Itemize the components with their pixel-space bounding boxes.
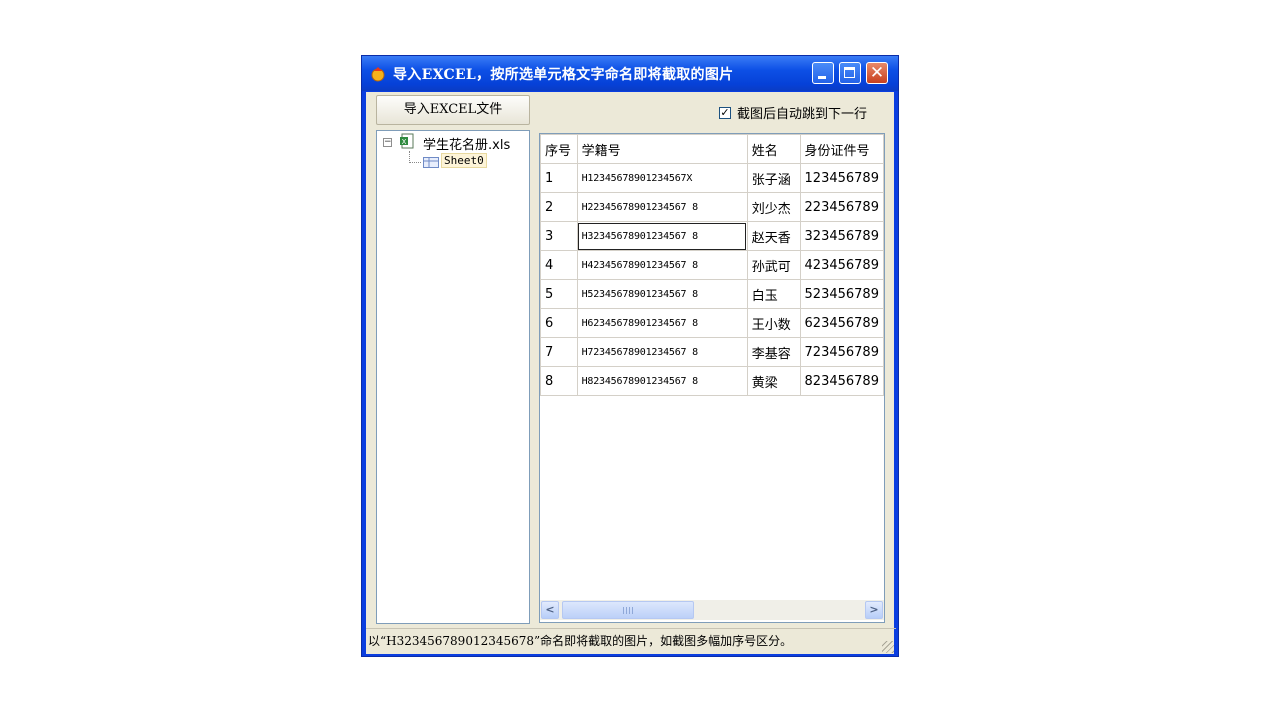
table-cell[interactable]: 2 xyxy=(540,192,578,222)
table-cell[interactable]: 223456789 xyxy=(799,192,884,222)
scroll-left-icon[interactable]: < xyxy=(541,601,559,619)
table-cell[interactable]: H42345678901234567 8 xyxy=(576,250,748,280)
table-row[interactable]: 7 H72345678901234567 8 李基容 723456789 xyxy=(540,337,884,367)
status-text: 以“H323456789012345678”命名即将截取的图片，如截图多幅加序号… xyxy=(368,634,793,648)
column-header[interactable]: 身份证件号 xyxy=(799,134,884,164)
resize-grip-icon[interactable] xyxy=(882,641,894,653)
table-cell[interactable]: 3 xyxy=(540,221,578,251)
table-cell[interactable]: H12345678901234567X xyxy=(576,163,748,193)
table-row[interactable]: 2 H22345678901234567 8 刘少杰 223456789 xyxy=(540,192,884,222)
header-row: 序号 学籍号 姓名 身份证件号 xyxy=(540,134,884,164)
status-bar: 以“H323456789012345678”命名即将截取的图片，如截图多幅加序号… xyxy=(366,628,896,655)
table-cell[interactable]: H52345678901234567 8 xyxy=(576,279,748,309)
sheet-icon xyxy=(423,157,439,168)
data-grid[interactable]: 序号 学籍号 姓名 身份证件号 1 H12345678901234567X 张子涵 1… xyxy=(539,133,885,623)
table-cell[interactable]: 323456789 xyxy=(799,221,884,251)
table-cell[interactable]: 张子涵 xyxy=(746,163,801,193)
table-row[interactable]: 4 H42345678901234567 8 孙武可 423456789 xyxy=(540,250,884,280)
table-cell[interactable]: 8 xyxy=(540,366,578,396)
table-cell[interactable]: 刘少杰 xyxy=(746,192,801,222)
table-cell[interactable]: 黄梁 xyxy=(746,366,801,396)
table-cell[interactable]: 5 xyxy=(540,279,578,309)
table-cell[interactable]: 6 xyxy=(540,308,578,338)
minimize-icon xyxy=(818,76,826,79)
column-header[interactable]: 学籍号 xyxy=(576,134,748,164)
table-cell[interactable]: 823456789 xyxy=(799,366,884,396)
column-header[interactable]: 姓名 xyxy=(746,134,801,164)
auto-jump-checkbox[interactable]: ✓ xyxy=(719,107,731,119)
table-cell[interactable]: 7 xyxy=(540,337,578,367)
grip-icon xyxy=(623,607,633,614)
table-cell[interactable]: H72345678901234567 8 xyxy=(576,337,748,367)
table-cell[interactable]: 723456789 xyxy=(799,337,884,367)
table-cell[interactable]: 李基容 xyxy=(746,337,801,367)
client-area: 导入EXCEL文件 ✓ 截图后自动跳到下一行 − X 学生花名册.xls She… xyxy=(366,92,896,655)
table-row[interactable]: 6 H62345678901234567 8 王小数 623456789 xyxy=(540,308,884,338)
import-excel-button[interactable]: 导入EXCEL文件 xyxy=(376,95,530,125)
table-cell[interactable]: 123456789 xyxy=(799,163,884,193)
table-cell[interactable]: 孙武可 xyxy=(746,250,801,280)
app-window: 导入EXCEL，按所选单元格文字命名即将截取的图片 ✕ 导入EXCEL文件 ✓ … xyxy=(361,55,899,657)
table-row[interactable]: 8 H82345678901234567 8 黄梁 823456789 xyxy=(540,366,884,396)
table-cell[interactable]: 423456789 xyxy=(799,250,884,280)
table-cell[interactable]: H22345678901234567 8 xyxy=(576,192,748,222)
table-cell[interactable]: 623456789 xyxy=(799,308,884,338)
excel-file-icon: X xyxy=(400,133,414,149)
table-cell[interactable]: 赵天香 xyxy=(746,221,801,251)
table-cell[interactable]: H62345678901234567 8 xyxy=(576,308,748,338)
table-row[interactable]: 5 H52345678901234567 8 白玉 523456789 xyxy=(540,279,884,309)
table-cell[interactable]: 王小数 xyxy=(746,308,801,338)
table-cell[interactable]: 1 xyxy=(540,163,578,193)
close-icon: ✕ xyxy=(869,63,885,83)
window-title: 导入EXCEL，按所选单元格文字命名即将截取的图片 xyxy=(393,67,734,83)
horizontal-scrollbar[interactable]: < > xyxy=(540,600,884,620)
tree-item-sheet0[interactable]: Sheet0 xyxy=(441,153,487,168)
title-bar[interactable]: 导入EXCEL，按所选单元格文字命名即将截取的图片 ✕ xyxy=(362,56,898,91)
scroll-thumb[interactable] xyxy=(562,601,694,619)
table-cell[interactable]: H32345678901234567 8 xyxy=(576,221,748,251)
maximize-icon xyxy=(844,67,855,78)
app-icon xyxy=(371,67,385,82)
table-row[interactable]: 3 H32345678901234567 8 赵天香 323456789 xyxy=(540,221,884,251)
file-tree[interactable]: − X 学生花名册.xls Sheet0 xyxy=(376,130,530,624)
svg-text:X: X xyxy=(402,138,407,146)
tree-connector xyxy=(409,162,421,163)
table-row[interactable]: 1 H12345678901234567X 张子涵 123456789 xyxy=(540,163,884,193)
table-cell[interactable]: 白玉 xyxy=(746,279,801,309)
close-button[interactable]: ✕ xyxy=(866,62,888,84)
tree-root-file[interactable]: 学生花名册.xls xyxy=(423,134,510,153)
minimize-button[interactable] xyxy=(812,62,834,84)
maximize-button[interactable] xyxy=(839,62,861,84)
table-cell[interactable]: 4 xyxy=(540,250,578,280)
table-cell[interactable]: 523456789 xyxy=(799,279,884,309)
scroll-right-icon[interactable]: > xyxy=(865,601,883,619)
data-table: 序号 学籍号 姓名 身份证件号 1 H12345678901234567X 张子涵 1… xyxy=(540,134,884,396)
auto-jump-label[interactable]: 截图后自动跳到下一行 xyxy=(737,103,867,122)
collapse-icon[interactable]: − xyxy=(383,138,392,147)
table-cell[interactable]: H82345678901234567 8 xyxy=(576,366,748,396)
column-header[interactable]: 序号 xyxy=(540,134,578,164)
